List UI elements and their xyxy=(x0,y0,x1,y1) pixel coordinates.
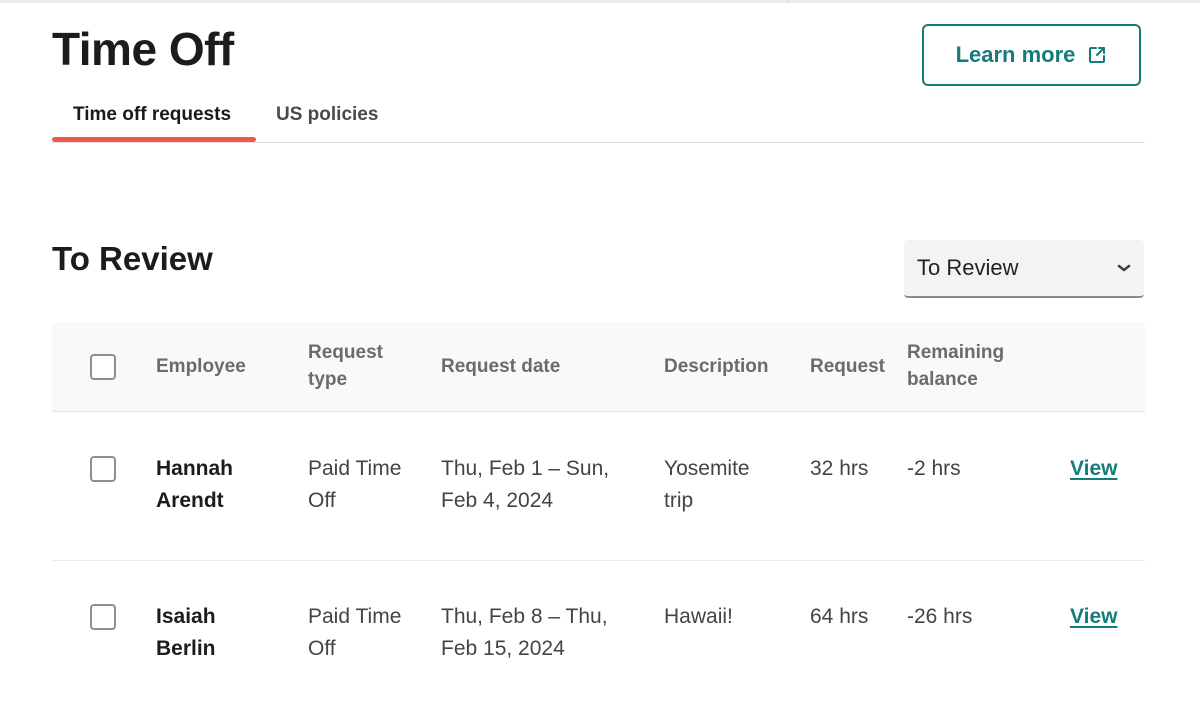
top-border-divider xyxy=(788,0,789,3)
request-hours: 32 hrs xyxy=(810,457,869,480)
remaining-balance: -26 hrs xyxy=(907,605,973,628)
table-row: Hannah Arendt Paid Time Off Thu, Feb 1 –… xyxy=(52,412,1145,561)
header-request-type[interactable]: Request type xyxy=(308,339,423,393)
request-date-line2: Feb 4, 2024 xyxy=(441,489,554,512)
learn-more-button[interactable]: Learn more xyxy=(922,24,1141,86)
header-request[interactable]: Request xyxy=(810,353,900,380)
description-line2: trip xyxy=(664,489,694,512)
learn-more-label: Learn more xyxy=(955,42,1076,67)
header-remaining-line1: Remaining xyxy=(907,342,1005,363)
employee-last-name: Berlin xyxy=(156,637,216,660)
header-request-type-line1: Request xyxy=(308,342,383,363)
request-type: Paid Time Off xyxy=(308,453,423,517)
table-row: Isaiah Berlin Paid Time Off Thu, Feb 8 –… xyxy=(52,561,1145,709)
header-description[interactable]: Description xyxy=(664,353,784,380)
request-type-line1: Paid Time xyxy=(308,605,402,628)
table-header: Employee Request type Request date Descr… xyxy=(52,322,1145,412)
request-type: Paid Time Off xyxy=(308,601,423,665)
view-link[interactable]: View xyxy=(1070,453,1117,485)
request-date: Thu, Feb 8 – Thu, Feb 15, 2024 xyxy=(441,601,641,665)
row-checkbox[interactable] xyxy=(90,456,116,482)
tab-us-policies[interactable]: US policies xyxy=(276,104,378,126)
description: Yosemite trip xyxy=(664,453,784,517)
header-request-date[interactable]: Request date xyxy=(441,353,641,380)
employee-first-name: Isaiah xyxy=(156,605,216,628)
remaining-balance: -2 hrs xyxy=(907,457,961,480)
requests-table: Employee Request type Request date Descr… xyxy=(52,322,1145,709)
tab-bar: Time off requests US policies xyxy=(52,100,1145,143)
request-type-line1: Paid Time xyxy=(308,457,402,480)
header-employee[interactable]: Employee xyxy=(156,353,276,380)
section-title: To Review xyxy=(52,240,213,277)
request-date-line1: Thu, Feb 8 – Thu, xyxy=(441,605,608,628)
status-filter-value: To Review xyxy=(917,255,1019,280)
request-type-line2: Off xyxy=(308,637,336,660)
request-type-line2: Off xyxy=(308,489,336,512)
active-tab-indicator xyxy=(52,137,256,142)
request-date-line1: Thu, Feb 1 – Sun, xyxy=(441,457,610,480)
top-border xyxy=(0,0,1200,3)
request-hours: 64 hrs xyxy=(810,605,869,628)
request-date: Thu, Feb 1 – Sun, Feb 4, 2024 xyxy=(441,453,641,517)
employee-first-name: Hannah xyxy=(156,457,234,480)
header-request-type-line2: type xyxy=(308,369,348,390)
employee-last-name: Arendt xyxy=(156,489,224,512)
view-link[interactable]: View xyxy=(1070,601,1117,633)
description-line1: Hawaii! xyxy=(664,605,733,628)
header-remaining-balance[interactable]: Remaining balance xyxy=(907,339,1027,393)
row-checkbox[interactable] xyxy=(90,604,116,630)
tab-time-off-requests[interactable]: Time off requests xyxy=(73,104,231,126)
header-remaining-line2: balance xyxy=(907,369,978,390)
select-all-checkbox[interactable] xyxy=(90,354,116,380)
chevron-down-icon xyxy=(1117,264,1131,272)
employee-name: Isaiah Berlin xyxy=(156,601,276,665)
page-title: Time Off xyxy=(52,23,234,75)
employee-name: Hannah Arendt xyxy=(156,453,276,517)
status-filter-dropdown[interactable]: To Review xyxy=(904,240,1144,298)
description: Hawaii! xyxy=(664,601,784,633)
request-date-line2: Feb 15, 2024 xyxy=(441,637,565,660)
external-link-icon xyxy=(1089,47,1106,63)
description-line1: Yosemite xyxy=(664,457,750,480)
